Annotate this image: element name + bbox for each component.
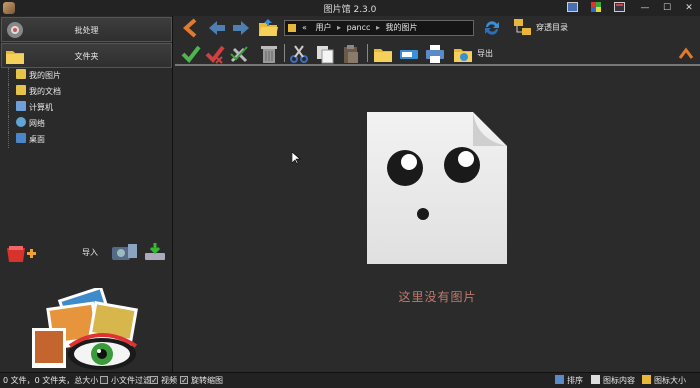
printer-icon[interactable] bbox=[425, 44, 445, 64]
breadcrumb-user[interactable]: pancc bbox=[347, 23, 371, 32]
tree-item-label: 计算机 bbox=[29, 103, 53, 112]
icon-size-button[interactable]: 图标大小 bbox=[642, 373, 686, 388]
breadcrumb-my-pictures[interactable]: 我的图片 bbox=[386, 23, 418, 32]
minimize-to-tray-icon[interactable] bbox=[565, 2, 579, 14]
breadcrumb-separator-icon: ▸ bbox=[337, 23, 342, 32]
disk-import-icon[interactable] bbox=[143, 241, 167, 263]
tree-item-my-documents[interactable]: 我的文档 bbox=[0, 84, 172, 100]
sort-button[interactable]: 排序 bbox=[555, 373, 583, 388]
rotate-thumbnail-label: 旋转缩图 bbox=[191, 376, 223, 385]
icon-content-button[interactable]: 图标内容 bbox=[591, 373, 635, 388]
back-arrow-icon[interactable] bbox=[207, 18, 227, 38]
small-file-filter-label: 小文件过滤 bbox=[111, 376, 151, 385]
import-label[interactable]: 导入 bbox=[82, 247, 98, 258]
breadcrumb-overflow[interactable]: « bbox=[302, 23, 307, 32]
open-folder-icon[interactable] bbox=[258, 18, 278, 38]
navigation-bar: « 用户 ▸ pancc ▸ 我的图片 穿透目录 bbox=[175, 16, 700, 40]
title-bar: 图片馆 2.3.0 — ☐ ✕ bbox=[0, 0, 700, 16]
app-logo bbox=[32, 288, 138, 370]
thumbnail-area[interactable]: 这里没有图片 bbox=[175, 68, 700, 372]
mouse-cursor-icon bbox=[292, 152, 301, 165]
sidebar: 批处理 文件夹 我的图片 我的文档 计算机 网络 桌面 导入 bbox=[0, 16, 173, 372]
tree-item-label: 我的图片 bbox=[29, 71, 61, 80]
status-bar: 0 文件，0 文件夹，总大小 0 小文件过滤 视频 旋转缩图 排序 图标内容 图… bbox=[0, 372, 700, 388]
tree-folders-icon[interactable] bbox=[513, 17, 533, 37]
icon-content-label: 图标内容 bbox=[603, 376, 635, 385]
folder-tree: 我的图片 我的文档 计算机 网络 桌面 bbox=[0, 68, 172, 148]
path-breadcrumb[interactable]: « 用户 ▸ pancc ▸ 我的图片 bbox=[284, 20, 474, 36]
new-folder-icon[interactable] bbox=[373, 44, 393, 64]
sort-icon bbox=[555, 375, 564, 384]
tree-item-label: 网络 bbox=[29, 119, 45, 128]
minimize-button[interactable]: — bbox=[638, 2, 652, 14]
network-icon bbox=[16, 117, 26, 127]
video-checkbox[interactable] bbox=[150, 373, 158, 388]
tree-item-desktop[interactable]: 桌面 bbox=[0, 132, 172, 148]
up-level-icon[interactable] bbox=[181, 18, 201, 38]
small-file-filter-toggle[interactable]: 小文件过滤 bbox=[100, 373, 151, 388]
refresh-icon[interactable] bbox=[482, 18, 502, 38]
toolbar-separator bbox=[367, 44, 368, 62]
tree-item-label: 我的文档 bbox=[29, 87, 61, 96]
desktop-icon bbox=[16, 133, 26, 143]
camera-import-icon[interactable] bbox=[110, 241, 138, 263]
maximize-button[interactable]: ☐ bbox=[660, 2, 674, 14]
batch-process-label: 批处理 bbox=[74, 26, 99, 35]
batch-process-button[interactable]: 批处理 bbox=[1, 17, 172, 42]
export-label[interactable]: 导出 bbox=[477, 48, 493, 59]
rotate-thumbnail-toggle[interactable]: 旋转缩图 bbox=[180, 373, 223, 388]
empty-document-face-icon bbox=[367, 112, 507, 264]
folder-small-icon bbox=[288, 24, 296, 32]
folder-label: 文件夹 bbox=[74, 52, 99, 61]
breadcrumb-separator-icon: ▸ bbox=[375, 23, 380, 32]
import-row: 导入 bbox=[0, 238, 172, 266]
paste-icon[interactable] bbox=[341, 44, 361, 64]
tree-item-label: 桌面 bbox=[29, 135, 45, 144]
invert-selection-icon[interactable] bbox=[205, 44, 225, 64]
collapse-chevron-up-icon[interactable] bbox=[678, 46, 694, 60]
tree-item-computer[interactable]: 计算机 bbox=[0, 100, 172, 116]
computer-icon bbox=[16, 101, 26, 111]
small-file-filter-checkbox[interactable] bbox=[100, 376, 108, 384]
rotate-thumbnail-checkbox[interactable] bbox=[180, 373, 188, 388]
select-all-check-icon[interactable] bbox=[181, 44, 201, 64]
rename-icon[interactable] bbox=[399, 44, 419, 64]
add-album-icon[interactable] bbox=[5, 242, 37, 264]
export-folder-icon[interactable] bbox=[453, 44, 473, 64]
trash-icon[interactable] bbox=[259, 44, 279, 64]
breadcrumb-users[interactable]: 用户 bbox=[315, 23, 331, 32]
folder-button[interactable]: 文件夹 bbox=[1, 43, 172, 68]
toolbar-separator bbox=[284, 44, 285, 62]
empty-state-message: 这里没有图片 bbox=[398, 290, 477, 304]
toolbar: 导出 bbox=[175, 40, 700, 66]
video-label: 视频 bbox=[161, 376, 177, 385]
through-directory-label[interactable]: 穿透目录 bbox=[536, 22, 568, 33]
sort-label: 排序 bbox=[567, 376, 583, 385]
deselect-tools-icon[interactable] bbox=[229, 44, 249, 64]
tree-item-network[interactable]: 网络 bbox=[0, 116, 172, 132]
tree-item-my-pictures[interactable]: 我的图片 bbox=[0, 68, 172, 84]
forward-arrow-icon[interactable] bbox=[231, 18, 251, 38]
cut-scissors-icon[interactable] bbox=[289, 44, 309, 64]
icon-size-icon bbox=[642, 375, 651, 384]
icon-size-label: 图标大小 bbox=[654, 376, 686, 385]
file-count-summary: 0 文件，0 文件夹，总大小 0 bbox=[3, 376, 106, 385]
copy-icon[interactable] bbox=[315, 44, 335, 64]
close-button[interactable]: ✕ bbox=[682, 2, 696, 14]
documents-folder-icon bbox=[16, 85, 26, 95]
color-palette-icon[interactable] bbox=[589, 2, 603, 14]
icon-content-icon bbox=[591, 375, 600, 384]
video-toggle[interactable]: 视频 bbox=[150, 373, 177, 388]
pictures-folder-icon bbox=[16, 69, 26, 79]
settings-window-icon[interactable] bbox=[612, 2, 626, 14]
